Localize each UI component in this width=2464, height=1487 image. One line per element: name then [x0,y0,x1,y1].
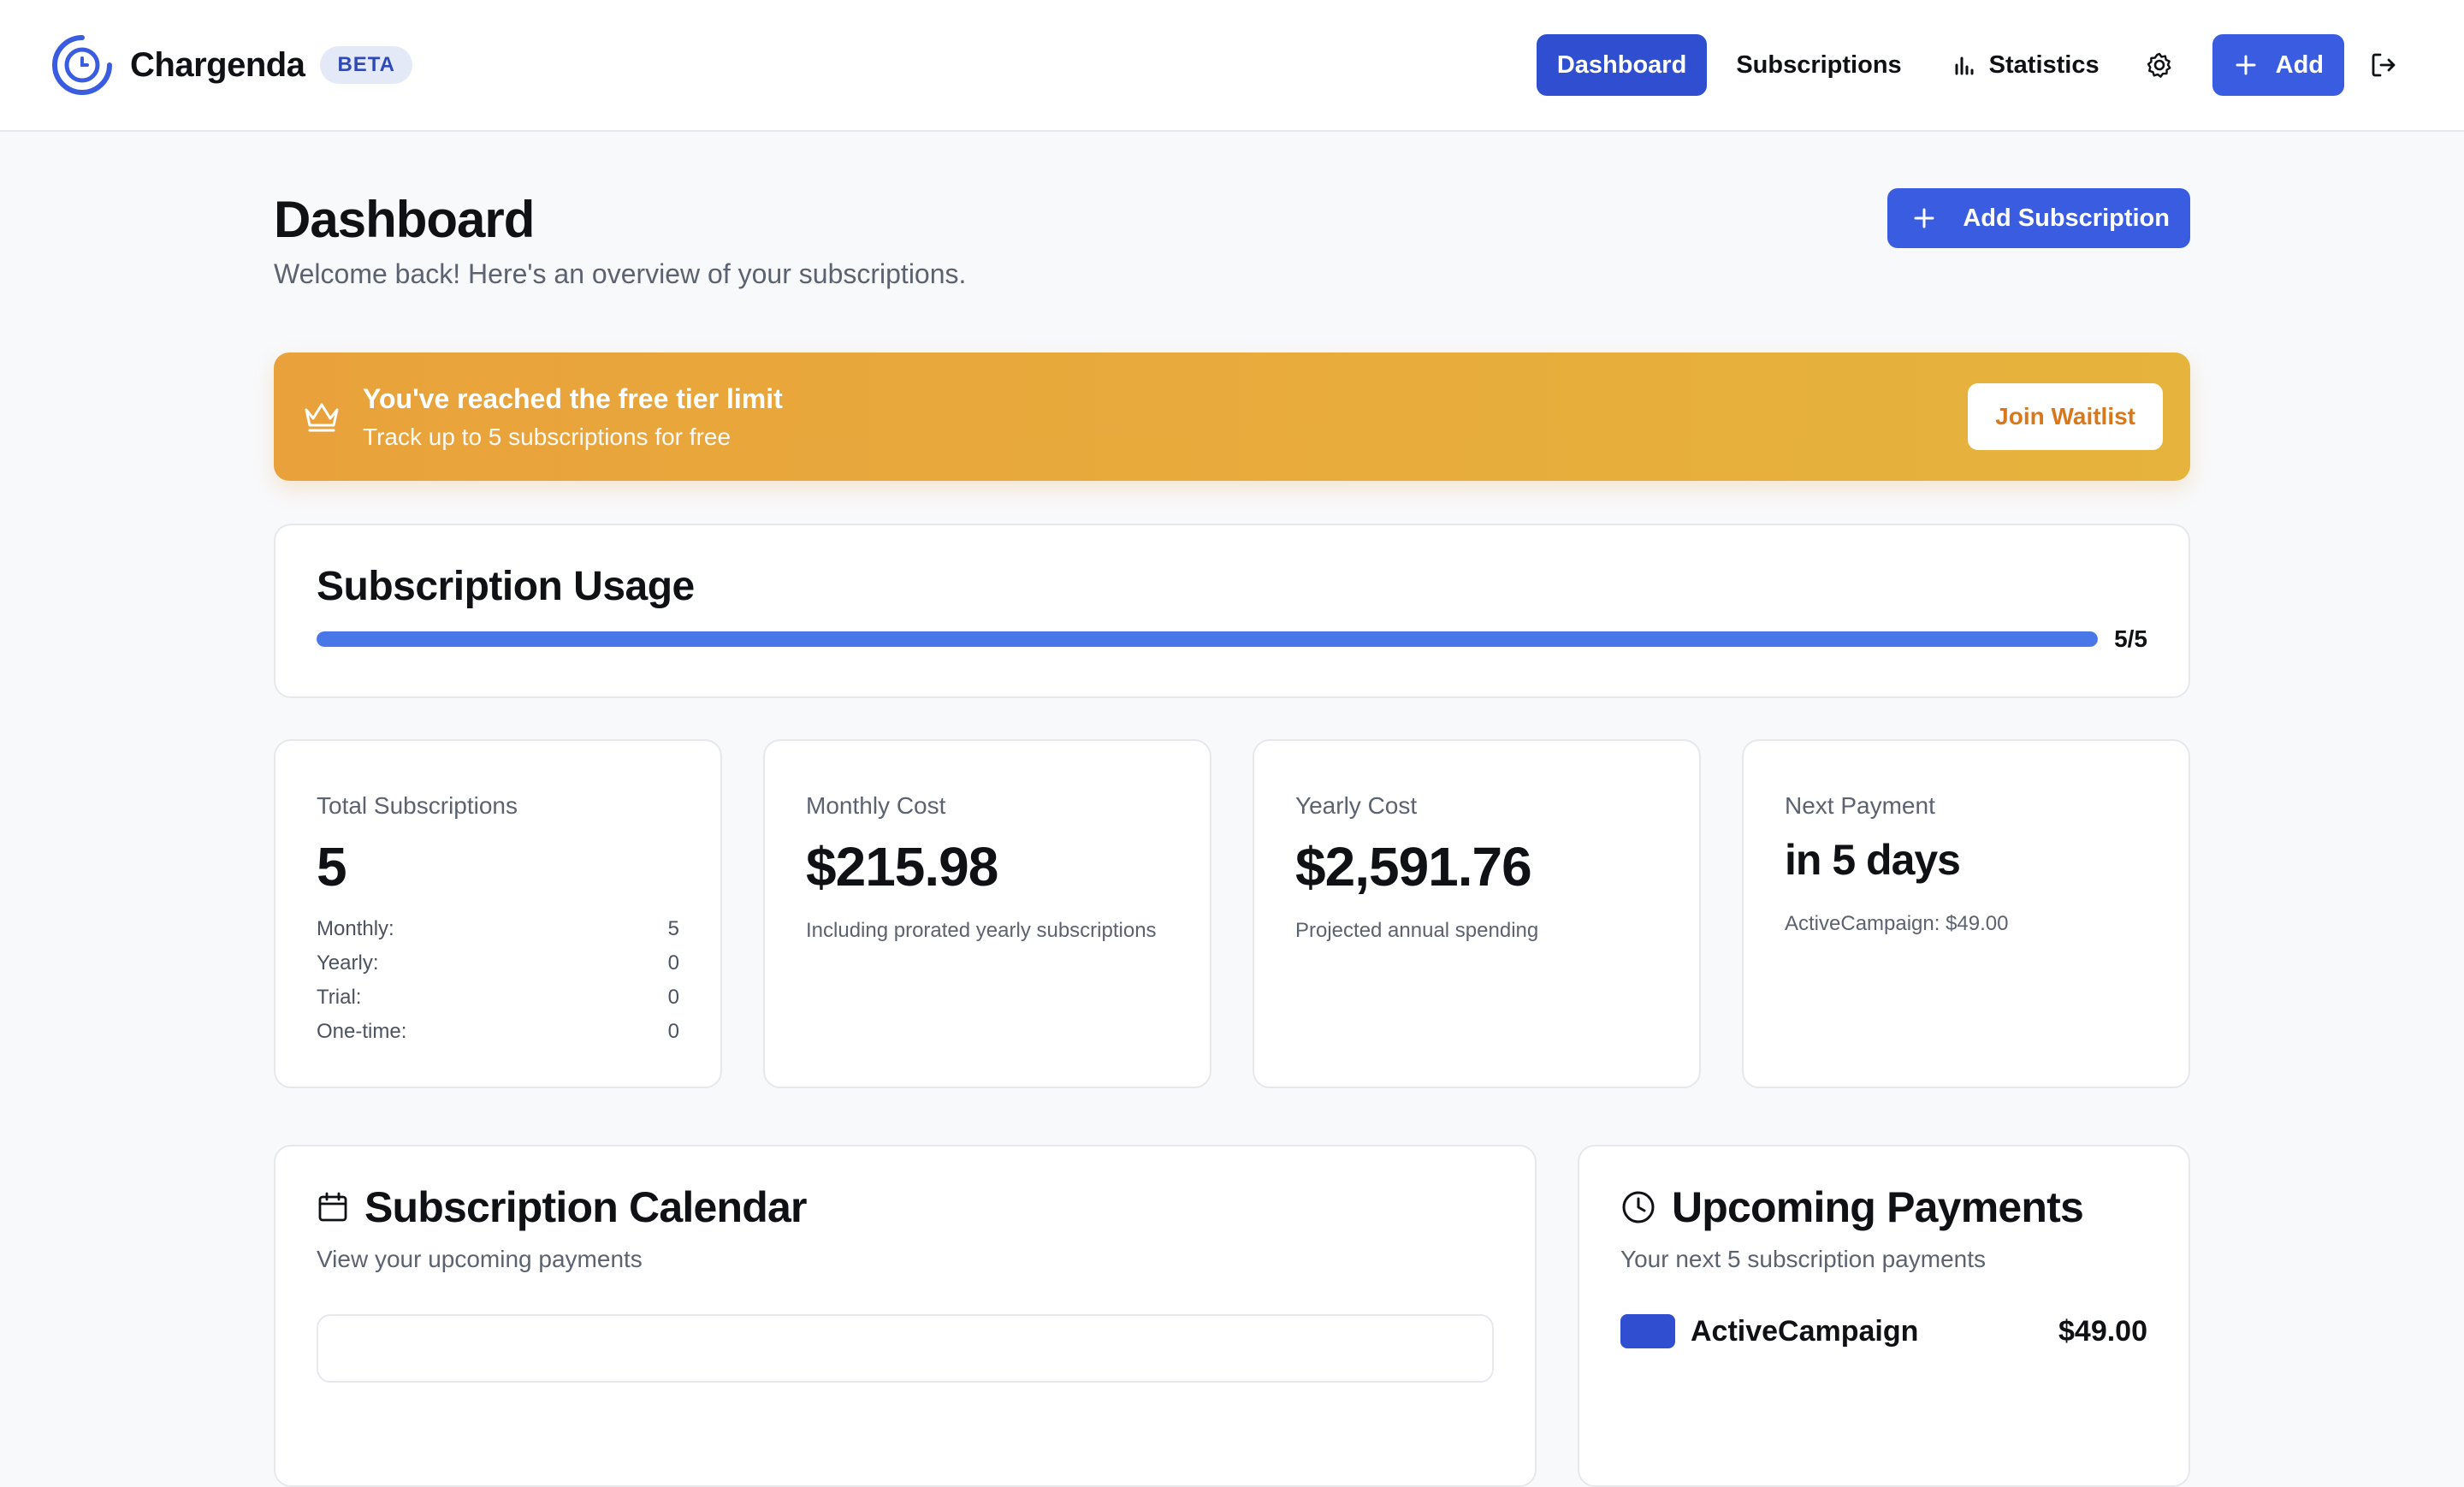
upcoming-subtitle: Your next 5 subscription payments [1620,1246,1986,1272]
free-tier-limit-banner: You've reached the free tier limit Track… [274,352,2190,481]
monthly-cost-card: Monthly Cost $215.98 Including prorated … [763,739,1211,1088]
page-title: Dashboard [274,191,535,248]
brand[interactable]: Chargenda BETA [50,33,412,98]
logout-button[interactable] [2353,34,2414,96]
monthly-cost-note: Including prorated yearly subscriptions [806,919,1157,942]
upcoming-header: Upcoming Payments [1620,1182,2084,1232]
upcoming-payments-card: Upcoming Payments Your next 5 subscripti… [1578,1145,2190,1487]
next-payment-note: ActiveCampaign: $49.00 [1785,912,2009,935]
nav-subscriptions[interactable]: Subscriptions [1715,34,1922,96]
banner-text: You've reached the free tier limit Track… [363,383,1968,451]
settings-button[interactable] [2129,34,2190,96]
join-waitlist-button[interactable]: Join Waitlist [1968,383,2163,450]
usage-count: 5/5 [2114,625,2147,652]
add-subscription-label: Add Subscription [1963,204,2170,232]
yearly-cost-label: Yearly Cost [1295,792,1418,819]
app-name: Chargenda [130,45,305,84]
nav-subscriptions-label: Subscriptions [1736,50,1902,79]
usage-progress-bar [317,631,2098,647]
yearly-cost-value: $2,591.76 [1295,836,1532,898]
logout-icon [2372,53,2396,77]
crown-icon [305,403,339,432]
add-button-label: Add [2275,50,2324,79]
usage-progress-fill [317,631,2098,647]
banner-subtitle: Track up to 5 subscriptions for free [363,423,732,450]
plus-icon [1914,208,1934,228]
calendar-title: Subscription Calendar [364,1183,807,1231]
calendar-header: Subscription Calendar [317,1182,807,1232]
subscription-breakdown: Monthly: 5 Yearly: 0 Trial: 0 One-time: … [317,917,679,1054]
nav-dashboard-label: Dashboard [1556,50,1687,79]
usage-title: Subscription Usage [317,564,695,609]
breakdown-row: One-time: 0 [317,1020,679,1054]
upcoming-payment-row[interactable]: ActiveCampaign $49.00 [1620,1314,2147,1348]
next-payment-value: in 5 days [1785,836,1961,884]
yearly-cost-note: Projected annual spending [1295,919,1539,942]
gear-icon [2147,52,2171,78]
breakdown-label: Monthly: [317,917,394,940]
calendar-icon [318,1192,347,1222]
breakdown-label: Trial: [317,986,362,1009]
breakdown-row: Monthly: 5 [317,917,679,951]
next-payment-label: Next Payment [1785,792,1935,819]
dashboard-content: Dashboard Welcome back! Here's an overvi… [274,132,2190,1487]
breakdown-row: Trial: 0 [317,986,679,1020]
nav-statistics-label: Statistics [1988,50,2100,79]
total-subscriptions-label: Total Subscriptions [317,792,518,819]
page-subtitle: Welcome back! Here's an overview of your… [274,258,967,289]
subscription-usage-card: Subscription Usage 5/5 [274,524,2190,698]
main-nav: Dashboard Subscriptions Statistics Add [1536,34,2414,96]
monthly-cost-value: $215.98 [806,836,998,898]
page-header: Dashboard Welcome back! Here's an overvi… [274,132,2190,352]
calendar-grid[interactable] [317,1314,1494,1383]
payment-name: ActiveCampaign [1691,1314,1919,1348]
total-subscriptions-card: Total Subscriptions 5 Monthly: 5 Yearly:… [274,739,722,1088]
monthly-cost-label: Monthly Cost [806,792,946,819]
chargenda-logo-icon [52,35,112,95]
nav-dashboard[interactable]: Dashboard [1536,34,1708,96]
add-subscription-button[interactable]: Add Subscription [1887,188,2190,248]
plus-icon [2236,55,2256,75]
banner-title: You've reached the free tier limit [363,382,783,414]
subscription-calendar-card: Subscription Calendar View your upcoming… [274,1145,1537,1487]
breakdown-value: 0 [667,1020,679,1043]
breakdown-value: 0 [667,951,679,975]
clock-icon [1622,1191,1655,1223]
total-subscriptions-value: 5 [317,836,347,898]
add-button[interactable]: Add [2212,34,2344,96]
payment-amount: $49.00 [2058,1314,2147,1348]
yearly-cost-card: Yearly Cost $2,591.76 Projected annual s… [1253,739,1701,1088]
breakdown-value: 0 [667,986,679,1009]
payment-color-swatch [1620,1314,1675,1348]
upcoming-title: Upcoming Payments [1672,1183,2084,1231]
breakdown-label: One-time: [317,1020,407,1043]
nav-statistics[interactable]: Statistics [1931,34,2120,96]
beta-badge: BETA [320,46,412,84]
breakdown-value: 5 [667,917,679,940]
calendar-subtitle: View your upcoming payments [317,1246,643,1272]
breakdown-row: Yearly: 0 [317,951,679,986]
breakdown-label: Yearly: [317,951,379,975]
top-navigation-bar: Chargenda BETA Dashboard Subscriptions S… [0,0,2464,132]
bar-chart-icon [1955,56,1974,75]
next-payment-card: Next Payment in 5 days ActiveCampaign: $… [1742,739,2190,1088]
